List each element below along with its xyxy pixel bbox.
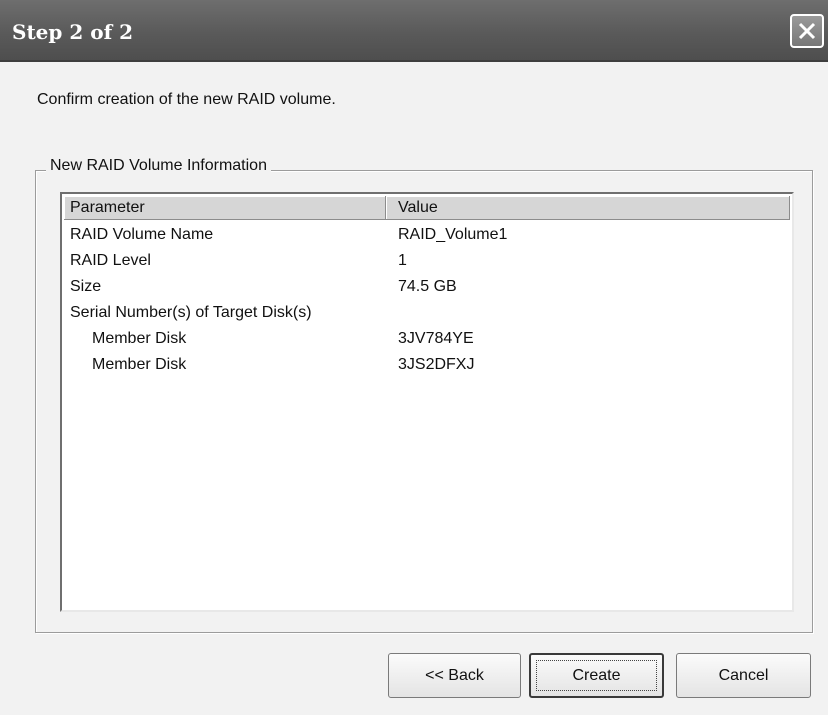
close-button[interactable] bbox=[790, 14, 824, 48]
table-row[interactable]: Member Disk 3JV784YE bbox=[64, 326, 790, 352]
list-rows: RAID Volume Name RAID_Volume1 RAID Level 1 S… bbox=[64, 222, 790, 378]
dialog-title: Step 2 of 2 bbox=[12, 20, 134, 44]
column-header-parameter[interactable]: Parameter bbox=[64, 196, 386, 219]
raid-info-listview[interactable]: Parameter Value RAID Volume Name RAID_Vol… bbox=[60, 192, 794, 612]
close-icon bbox=[797, 21, 817, 41]
table-row[interactable]: Size 74.5 GB bbox=[64, 274, 790, 300]
group-legend: New RAID Volume Information bbox=[46, 157, 271, 175]
row-value: RAID_Volume1 bbox=[398, 226, 508, 243]
confirm-prompt: Confirm creation of the new RAID volume. bbox=[37, 91, 336, 108]
list-header: Parameter Value bbox=[64, 196, 790, 220]
table-row[interactable]: RAID Volume Name RAID_Volume1 bbox=[64, 222, 790, 248]
table-row[interactable]: RAID Level 1 bbox=[64, 248, 790, 274]
row-value: 3JS2DFXJ bbox=[398, 356, 475, 373]
table-row[interactable]: Member Disk 3JS2DFXJ bbox=[64, 352, 790, 378]
row-parameter: Member Disk bbox=[92, 356, 187, 373]
row-value: 74.5 GB bbox=[398, 278, 457, 295]
dialog-window: Step 2 of 2 Confirm creation of the new … bbox=[0, 0, 828, 715]
row-value: 1 bbox=[398, 252, 407, 269]
row-parameter: Serial Number(s) of Target Disk(s) bbox=[70, 304, 312, 321]
create-button[interactable]: Create bbox=[529, 653, 664, 698]
row-parameter: RAID Level bbox=[70, 252, 151, 269]
row-value: 3JV784YE bbox=[398, 330, 474, 347]
row-parameter: Size bbox=[70, 278, 102, 295]
column-header-value[interactable]: Value bbox=[386, 196, 790, 219]
focus-rectangle bbox=[536, 660, 657, 691]
table-row[interactable]: Serial Number(s) of Target Disk(s) bbox=[64, 300, 790, 326]
back-button[interactable]: << Back bbox=[388, 653, 521, 698]
row-parameter: RAID Volume Name bbox=[70, 226, 214, 243]
title-bar[interactable]: Step 2 of 2 bbox=[0, 0, 828, 62]
row-parameter: Member Disk bbox=[92, 330, 187, 347]
cancel-button[interactable]: Cancel bbox=[676, 653, 811, 698]
